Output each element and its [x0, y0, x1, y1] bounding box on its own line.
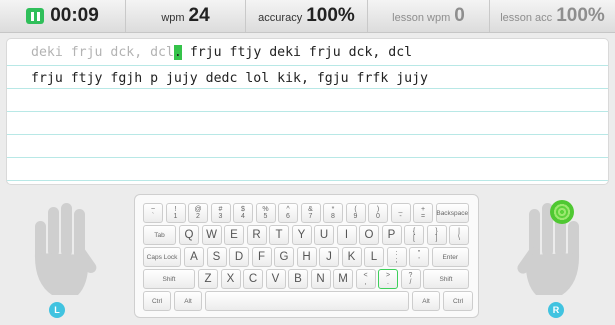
lesson-text-panel[interactable]: deki frju dck, dcl. frju ftjy deki frju … [6, 38, 609, 185]
key-d[interactable]: D [229, 247, 249, 267]
accuracy-stat: accuracy 100% [246, 0, 368, 32]
key-9[interactable]: (9 [345, 203, 366, 223]
key-tab[interactable]: Tab [143, 225, 176, 245]
finger-target-icon [550, 200, 574, 224]
key-g[interactable]: G [274, 247, 294, 267]
key-ctrl-right[interactable]: Ctrl [443, 291, 473, 311]
key-\[interactable]: | \ [449, 225, 469, 245]
lesson-wpm-stat: lesson wpm 0 [368, 0, 490, 32]
key-5[interactable]: % 5 [255, 203, 276, 223]
key-u[interactable]: U [314, 225, 334, 245]
key-'[interactable]: " ' [409, 247, 429, 267]
key-q[interactable]: Q [179, 225, 199, 245]
key-,[interactable]: <, [355, 269, 376, 289]
key-v[interactable]: V [265, 269, 286, 289]
key-f[interactable]: F [251, 247, 272, 267]
key-alt-left[interactable]: Alt [174, 291, 202, 311]
key-k[interactable]: K [341, 247, 362, 267]
key-x[interactable]: X [220, 269, 241, 289]
key-.[interactable]: >. [378, 269, 398, 289]
lesson-wpm-value: 0 [454, 5, 465, 26]
key-j[interactable]: J [319, 247, 339, 267]
key-o[interactable]: O [359, 225, 379, 245]
current-char-cursor: . [173, 45, 182, 60]
key-4[interactable]: $4 [233, 203, 253, 223]
typed-text: deki frju dck, dcl [31, 45, 174, 60]
lesson-line-empty [7, 135, 608, 158]
lesson-line-1: deki frju dck, dcl. frju ftjy deki frju … [7, 39, 608, 66]
lesson-line-2: frju ftjy fgjh p jujy dedc lol kik, fgju… [7, 66, 608, 89]
key-r[interactable]: R [246, 225, 267, 245]
key-][interactable]: }] [426, 225, 447, 245]
virtual-keyboard: ~ `! 1 @2 #3 $4% 5 ^ 6 & 7 * 8(9) 0 _ - + = Backspace Tab Q W… [134, 194, 479, 318]
key-3[interactable]: #3 [210, 203, 231, 223]
key-t[interactable]: T [269, 225, 289, 245]
key-h[interactable]: H [296, 247, 317, 267]
timer-value: 00:09 [50, 5, 99, 26]
key-`[interactable]: ~ ` [143, 203, 163, 223]
key-space[interactable] [205, 291, 409, 311]
wpm-label: wpm [161, 12, 185, 24]
key-8[interactable]: * 8 [323, 203, 343, 223]
left-hand-badge: L [49, 302, 65, 318]
pause-icon-bar [30, 11, 34, 21]
lesson-line-empty [7, 112, 608, 135]
key-l[interactable]: L [364, 247, 384, 267]
key-shift-left[interactable]: Shift [143, 269, 195, 289]
right-hand-badge: R [548, 302, 564, 318]
remaining-text: frju ftjy deki frju dck, dcl [181, 45, 413, 60]
right-hand-icon [517, 203, 580, 295]
key-0[interactable]: ) 0 [368, 203, 388, 223]
key-ctrl-left[interactable]: Ctrl [143, 291, 171, 311]
timer-section: 00:09 [0, 0, 126, 32]
key-e[interactable]: E [224, 225, 244, 245]
key-i[interactable]: I [336, 225, 357, 245]
key-shift-right[interactable]: Shift [423, 269, 469, 289]
key-caps-lock[interactable]: Caps Lock [143, 247, 181, 267]
key-m[interactable]: M [333, 269, 353, 289]
pause-button[interactable] [26, 8, 45, 24]
key-y[interactable]: Y [291, 225, 312, 245]
key-a[interactable]: A [184, 247, 204, 267]
key-c[interactable]: C [243, 269, 263, 289]
key-/[interactable]: ? / [400, 269, 421, 289]
key-[[interactable]: {[ [404, 225, 424, 245]
key-2[interactable]: @2 [188, 203, 208, 223]
lesson-acc-label: lesson acc [500, 12, 553, 24]
accuracy-value: 100% [306, 5, 355, 26]
stats-bar: 00:09 wpm 24 accuracy 100% lesson wpm 0 … [0, 0, 615, 33]
key-6[interactable]: ^ 6 [278, 203, 298, 223]
lesson-acc-stat: lesson acc 100% [490, 0, 615, 32]
key-s[interactable]: S [206, 247, 227, 267]
lesson-line-empty [7, 89, 608, 112]
key-1[interactable]: ! 1 [165, 203, 186, 223]
key-7[interactable]: & 7 [300, 203, 321, 223]
key-b[interactable]: B [288, 269, 308, 289]
key-z[interactable]: Z [198, 269, 218, 289]
key-backspace[interactable]: Backspace [435, 203, 469, 223]
key-w[interactable]: W [201, 225, 222, 245]
key-enter[interactable]: Enter [431, 247, 469, 267]
wpm-stat: wpm 24 [126, 0, 246, 32]
key-alt-right[interactable]: Alt [412, 291, 440, 311]
lesson-wpm-label: lesson wpm [392, 12, 451, 24]
key-p[interactable]: P [381, 225, 402, 245]
wpm-value: 24 [188, 5, 210, 26]
key-;[interactable]: :; [386, 247, 407, 267]
key--[interactable]: _ - [390, 203, 411, 223]
lesson-line-empty [7, 158, 608, 181]
accuracy-label: accuracy [258, 12, 303, 24]
key-=[interactable]: + = [413, 203, 433, 223]
pause-icon-bar [36, 11, 40, 21]
left-hand-icon [34, 203, 97, 295]
key-n[interactable]: N [310, 269, 331, 289]
lesson-acc-value: 100% [556, 5, 605, 26]
